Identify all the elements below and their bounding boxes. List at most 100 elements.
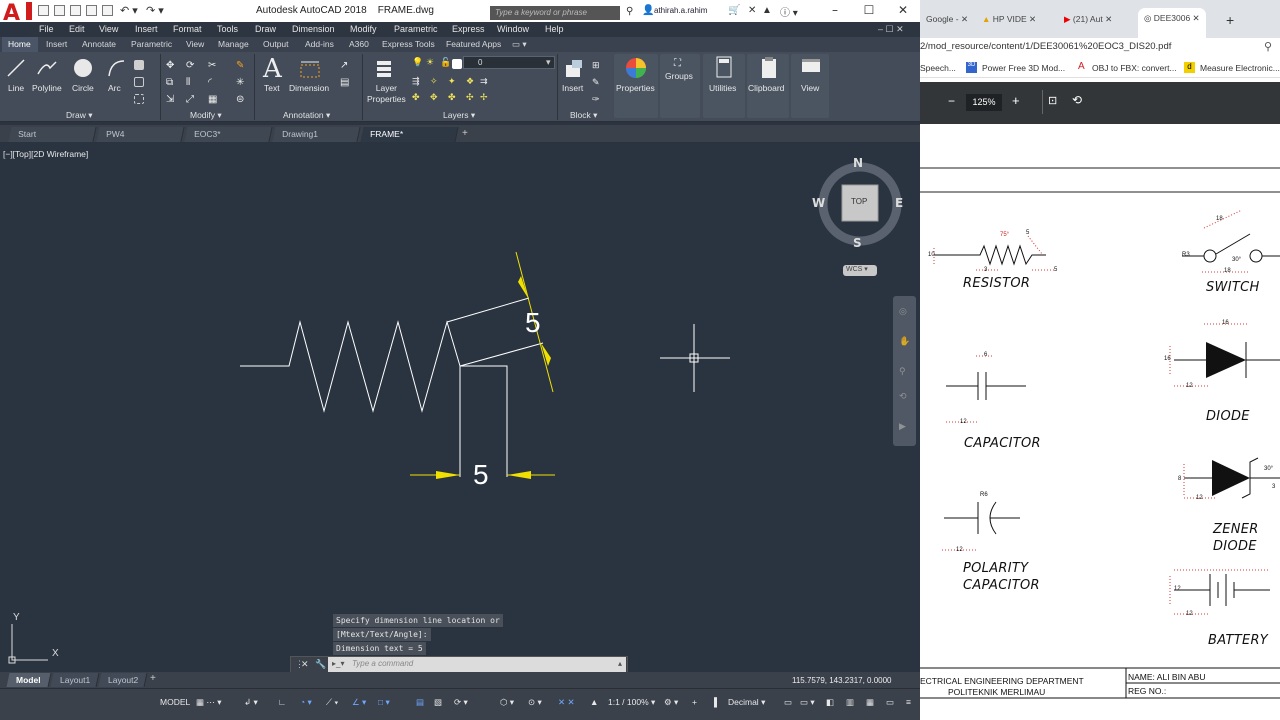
layer-dropdown[interactable]: 0 (463, 56, 555, 69)
menu-window[interactable]: Window (497, 24, 529, 34)
isolate-objects-icon[interactable]: ◧ (826, 697, 834, 708)
save-as-icon[interactable] (86, 5, 97, 16)
layer-merge-icon[interactable]: ✤ (448, 92, 458, 102)
clipboard-icon[interactable] (760, 56, 778, 80)
redo-icon[interactable]: ↷ ▾ (146, 4, 164, 17)
polyline-icon[interactable] (36, 58, 58, 78)
tab-featured-apps[interactable]: Featured Apps (446, 39, 501, 49)
tab-parametric[interactable]: Parametric (131, 39, 172, 49)
units-dropdown[interactable]: Decimal ▾ (728, 697, 765, 708)
maximize-button[interactable]: ☐ (858, 2, 880, 18)
explode-icon[interactable]: ✳ (236, 77, 246, 88)
command-history-toggle-icon[interactable]: ▴ (618, 659, 622, 668)
app-menu-icon[interactable] (26, 2, 32, 20)
coordinate-display[interactable]: 115.7579, 143.2317, 0.0000 (788, 675, 920, 688)
browser-tab-hp[interactable]: ▲ HP VIDE ✕ (976, 9, 1042, 33)
fit-page-icon[interactable]: ⊡ (1048, 94, 1057, 107)
layer-lock2-icon[interactable]: ✣ (466, 92, 476, 102)
tab-home[interactable]: Home (8, 39, 31, 49)
zoom-level-input[interactable]: 125% (966, 94, 1002, 111)
layer-lock-icon[interactable]: 🔓 (440, 57, 451, 68)
dimension-text[interactable]: 5 (473, 459, 489, 491)
command-recent-icon[interactable]: ▸_▾ (332, 659, 344, 668)
annotation-monitor-icon[interactable]: + (692, 697, 697, 707)
undo-icon[interactable]: ↶ ▾ (120, 4, 138, 17)
new-file-icon[interactable] (38, 5, 49, 16)
region-icon[interactable] (134, 94, 144, 104)
mirror-icon[interactable]: ⫴ (186, 77, 196, 88)
object-snap-tracking-icon[interactable]: ∠ ▾ (352, 697, 366, 708)
bookmark-power-free-3d[interactable]: Power Free 3D Mod... (982, 63, 1065, 73)
properties-tool[interactable]: Properties (616, 83, 655, 93)
dimension-icon[interactable] (298, 58, 322, 80)
menu-view[interactable]: View (99, 24, 118, 34)
arc-icon[interactable] (106, 58, 126, 78)
tab-output[interactable]: Output (263, 39, 289, 49)
line-tool[interactable]: Line (8, 83, 24, 93)
zoom-out-icon[interactable]: − (948, 94, 955, 108)
panel-draw-label[interactable]: Draw ▾ (66, 110, 92, 121)
attribute-icon[interactable]: ✑ (592, 94, 602, 104)
ribbon-options-icon[interactable]: ▭ ▾ (512, 39, 527, 50)
layer-delete-icon[interactable]: ✢ (480, 92, 490, 102)
color-wheel-icon[interactable] (624, 56, 648, 80)
address-bar[interactable]: 2/mod_resource/content/1/DEE30061%20EOC3… (920, 38, 1280, 58)
zoom-icon[interactable]: ⚲ (899, 366, 906, 377)
tab-annotate[interactable]: Annotate (82, 39, 116, 49)
hatch-icon[interactable] (134, 77, 144, 87)
close-button[interactable]: ✕ (892, 2, 914, 18)
object-snap-icon[interactable]: □ ▾ (378, 697, 390, 708)
fillet-icon[interactable]: ◜ (208, 77, 218, 88)
line-icon[interactable] (6, 58, 26, 78)
wcs-menu[interactable]: WCS ▾ (843, 265, 877, 276)
snap-icon[interactable]: ↲ ▾ (244, 697, 258, 708)
clipboard-tool[interactable]: Clipboard (748, 83, 784, 93)
quick-properties-icon[interactable]: ▭ (784, 697, 792, 708)
model-space-button[interactable]: MODEL (160, 697, 190, 707)
tab-view[interactable]: View (186, 39, 204, 49)
menu-dimension[interactable]: Dimension (292, 24, 335, 34)
rotate-icon[interactable]: ⟳ (186, 60, 196, 71)
doc-tab-start[interactable]: Start (8, 127, 97, 142)
menu-insert[interactable]: Insert (135, 24, 158, 34)
menu-express[interactable]: Express (452, 24, 485, 34)
url-text[interactable]: 2/mod_resource/content/1/DEE30061%20EOC3… (920, 41, 1171, 52)
customization-icon[interactable]: ≡ (906, 697, 911, 707)
lineweight-icon[interactable]: ▤ (416, 697, 424, 708)
polar-icon[interactable]: ◔ ▾ (300, 697, 312, 708)
layer-properties-icon[interactable] (374, 57, 396, 79)
erase-icon[interactable]: ✎ (236, 60, 246, 71)
layout-tab-model[interactable]: Model (6, 673, 52, 687)
insert-block-icon[interactable] (562, 57, 586, 81)
graphics-performance-icon[interactable]: ▥ (846, 697, 854, 708)
layer-prev-icon[interactable]: ✤ (412, 92, 422, 102)
rotate-icon[interactable]: ⟲ (1072, 93, 1082, 107)
selection-cycling-icon[interactable]: ⟳ ▾ (454, 697, 468, 708)
new-tab-icon[interactable]: + (462, 128, 468, 139)
layer-on-icon[interactable]: 💡 (412, 57, 423, 68)
grid-icon[interactable]: ▦ ⋯ ▾ (196, 697, 222, 708)
compass-west[interactable]: W (812, 196, 825, 210)
layer-properties-tool[interactable]: Layer Properties (367, 83, 406, 105)
search-input[interactable]: Type a keyword or phrase (490, 6, 620, 20)
transparency-icon[interactable]: ▧ (434, 697, 442, 708)
minimize-button[interactable]: – (824, 2, 846, 18)
customize-icon[interactable]: 🔧 (315, 659, 326, 670)
save-icon[interactable] (70, 5, 81, 16)
copy-icon[interactable]: ⧉ (166, 77, 176, 88)
fullscreen-icon[interactable]: ▭ (886, 697, 894, 708)
lock-ui-icon[interactable]: ▭ ▾ (800, 697, 815, 708)
utilities-tool[interactable]: Utilities (709, 83, 736, 93)
view-tool[interactable]: View (801, 83, 819, 93)
panel-annotation-label[interactable]: Annotation ▾ (283, 110, 330, 121)
chevron-down-icon[interactable]: ▾ (546, 57, 551, 68)
edit-block-icon[interactable]: ✎ (592, 77, 602, 87)
doc-window-controls[interactable]: – ☐ ✕ (878, 24, 904, 35)
close-command-icon[interactable]: ✕ (301, 659, 309, 670)
tab-addins[interactable]: Add-ins (305, 39, 334, 49)
layer-tools-icon[interactable]: ⇶ (412, 76, 422, 86)
bookmark-obj-to-fbx[interactable]: OBJ to FBX: convert... (1092, 63, 1177, 73)
clean-screen-icon[interactable]: ▦ (866, 697, 874, 708)
table-icon[interactable]: ▤ (340, 77, 350, 88)
bookmark-measure-electronic[interactable]: Measure Electronic... (1200, 63, 1280, 73)
